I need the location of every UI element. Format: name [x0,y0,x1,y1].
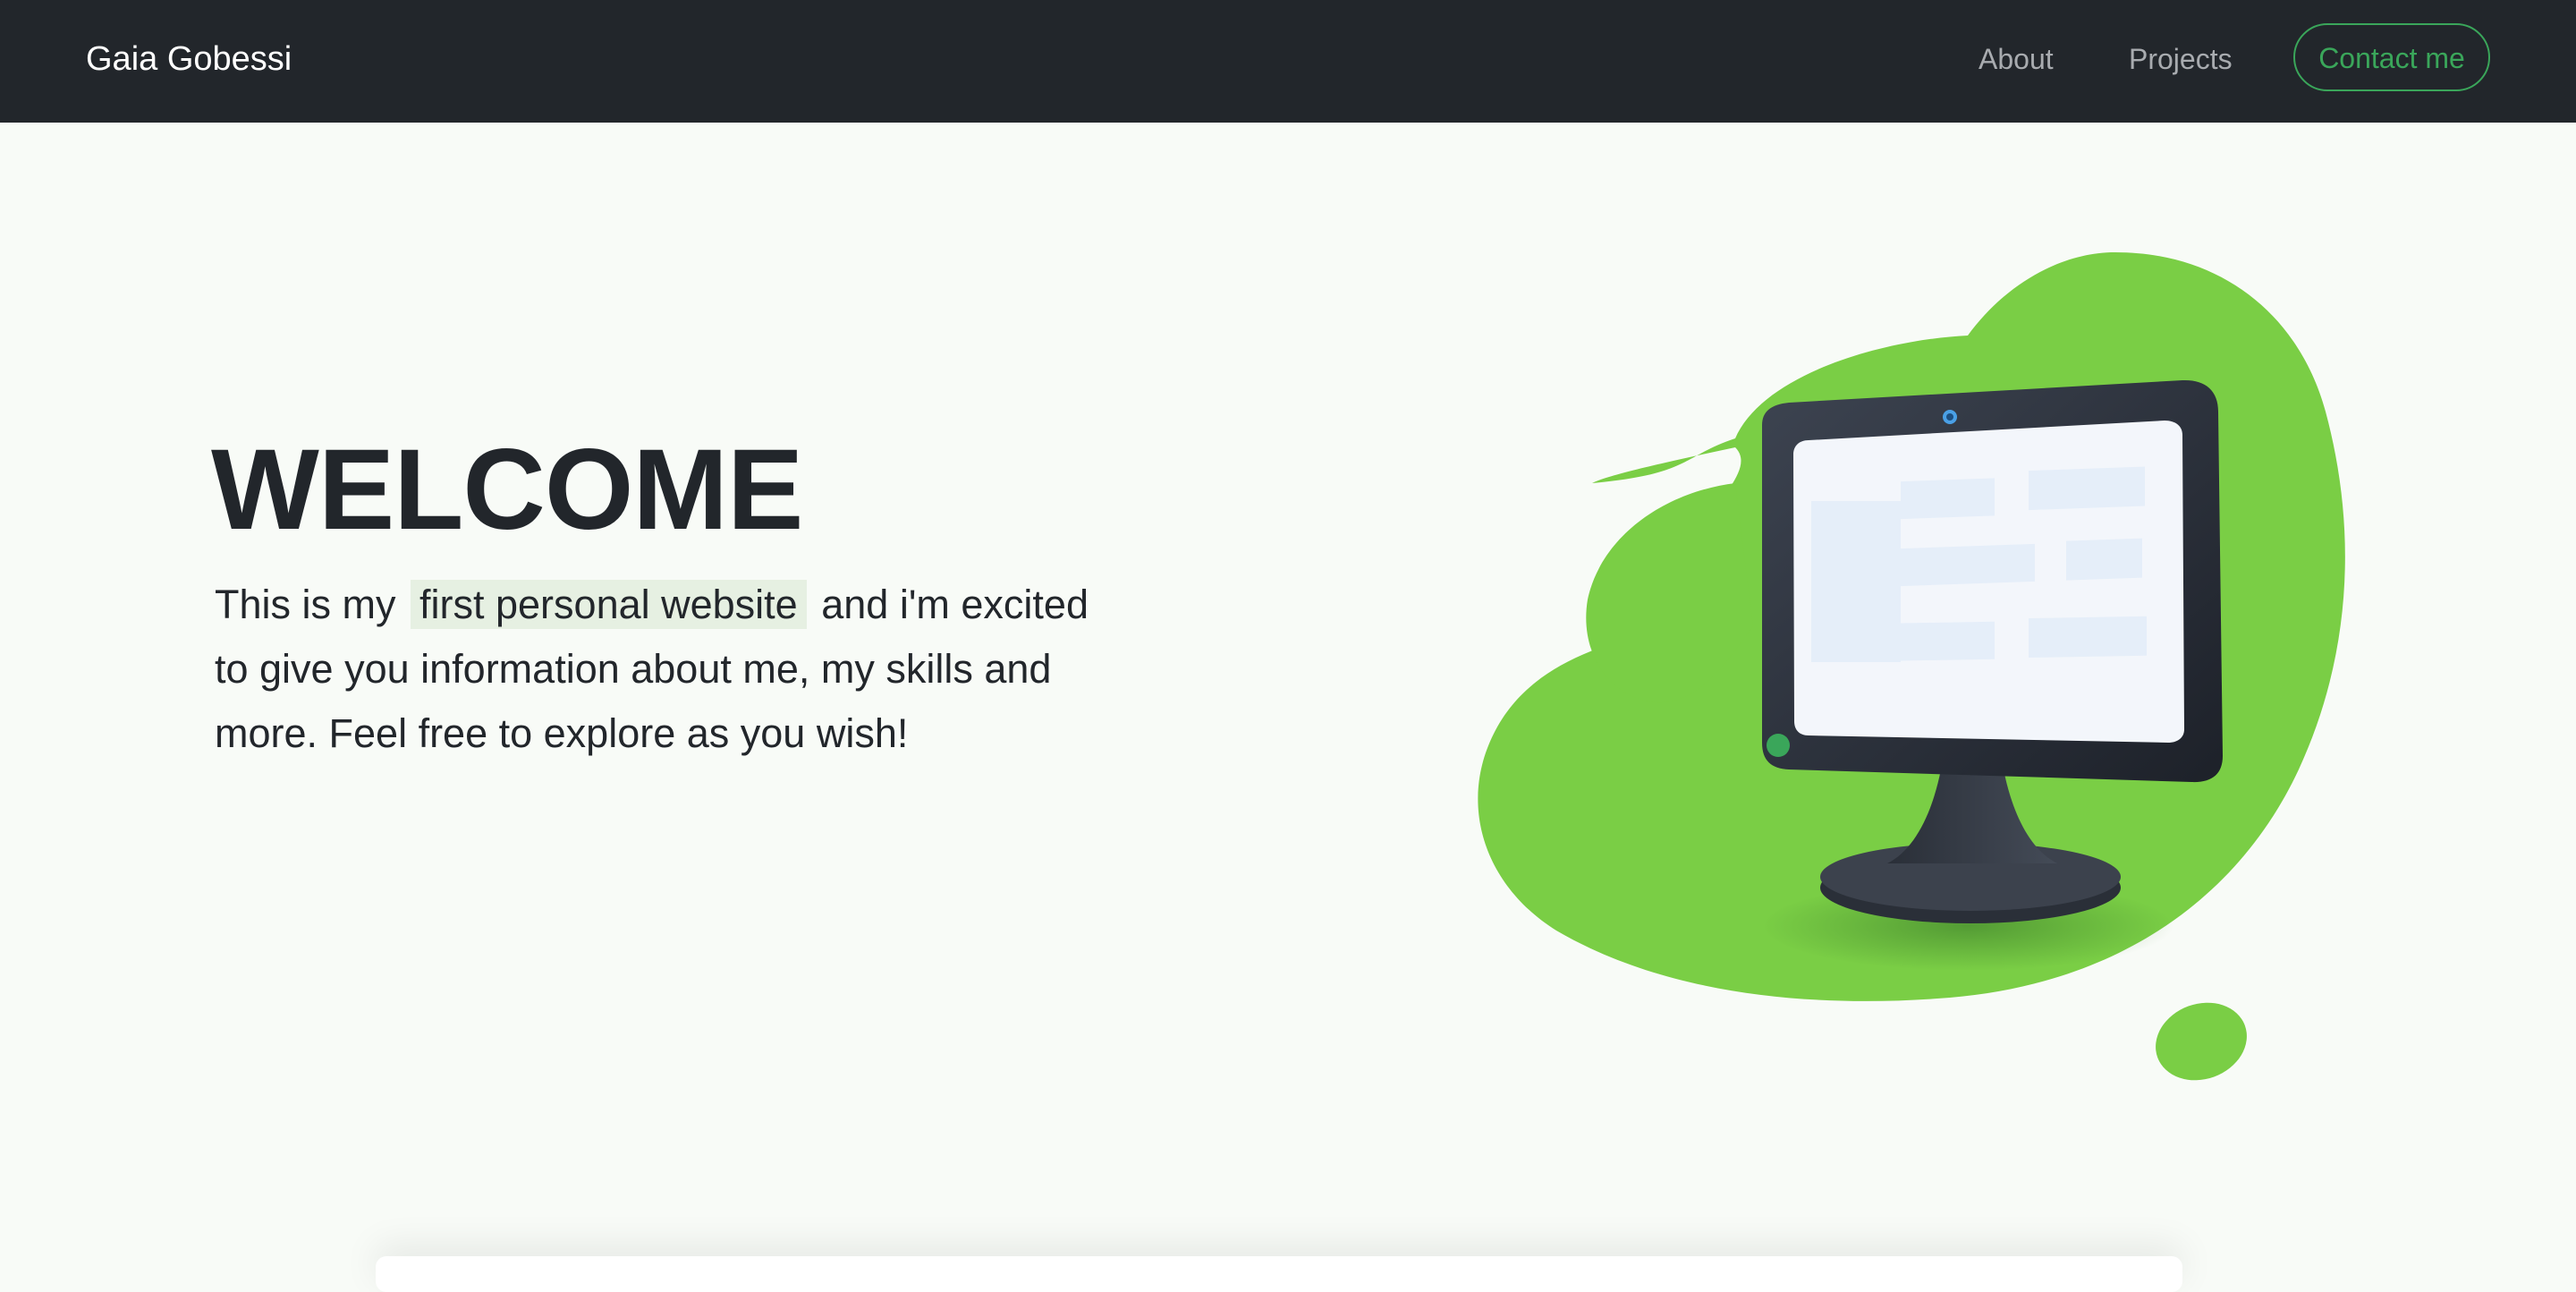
computer-monitor-illustration [1467,233,2415,1127]
small-green-blob [2156,1002,2247,1081]
hero-text-before: This is my [215,582,396,627]
hero-description: This is my first personal website and i'… [215,573,1091,766]
nav-link-about[interactable]: About [1979,32,2054,86]
next-section-card [376,1256,2182,1292]
hero-title: WELCOME [211,426,803,554]
nav-link-projects[interactable]: Projects [2129,32,2233,86]
brand-link[interactable]: Gaia Gobessi [86,32,292,86]
contact-me-button[interactable]: Contact me [2293,23,2490,91]
power-led [1767,734,1790,757]
hero-highlight: first personal website [411,580,807,629]
navbar: Gaia Gobessi About Projects Contact me [0,0,2576,123]
monitor-icon [1478,251,2345,1081]
